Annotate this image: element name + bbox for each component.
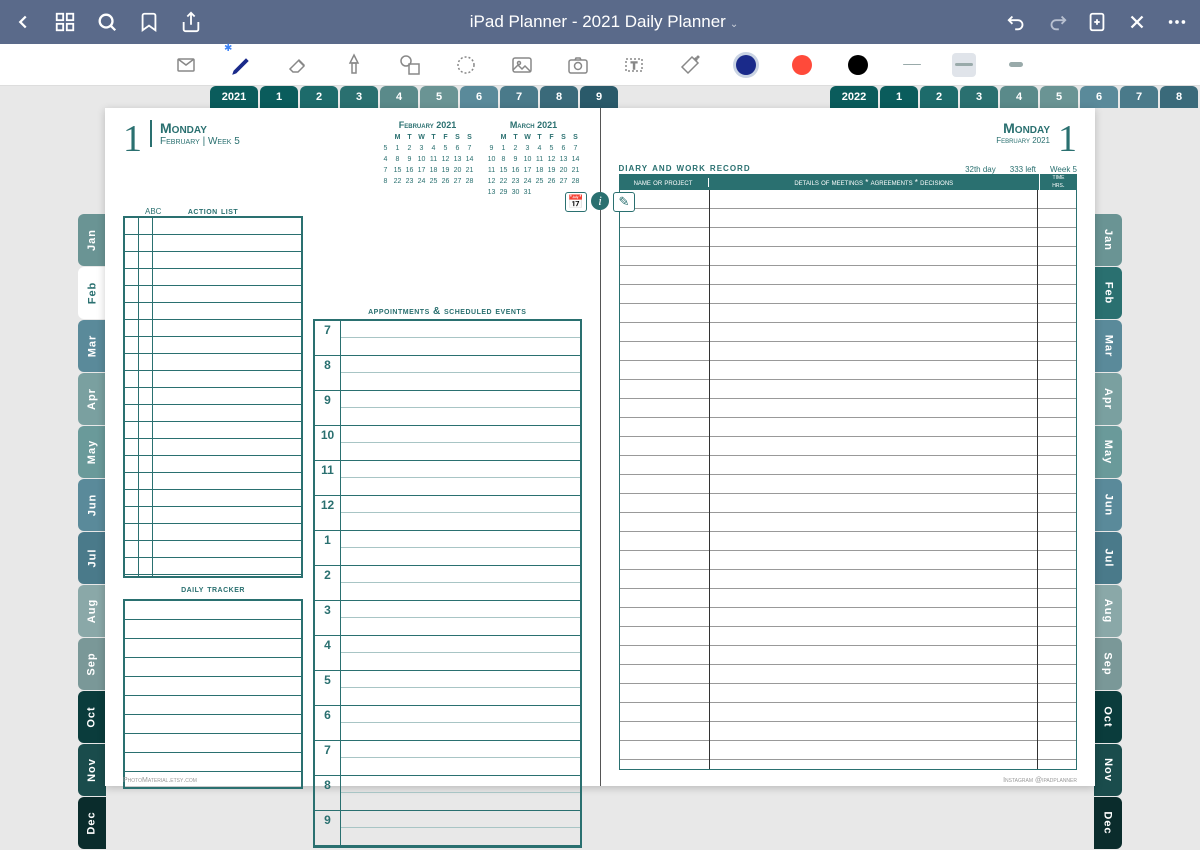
titlebar: iPad Planner - 2021 Daily Planner⌄ [0,0,1200,44]
month-tab-jul[interactable]: Jul [78,532,106,584]
month-tabs-left: JanFebMarAprMayJunJulAugSepOctNovDec [78,214,106,850]
daily-tracker-box[interactable] [123,599,303,789]
month-tab-nov[interactable]: Nov [1094,744,1122,796]
month-tab-sep[interactable]: Sep [78,638,106,690]
shapes-tool[interactable] [396,51,424,79]
pen-tool[interactable]: ✱ [228,51,256,79]
image-tool[interactable] [508,51,536,79]
month-tab-may[interactable]: May [78,426,106,478]
share-icon[interactable] [180,11,202,33]
document-title[interactable]: iPad Planner - 2021 Daily Planner⌄ [202,12,1006,32]
footer-left: PhotoMaterial.etsy.com [123,777,197,784]
month-tab-apr[interactable]: Apr [78,373,106,425]
link-tool[interactable] [676,51,704,79]
svg-text:T: T [631,61,637,72]
week-tab-2[interactable]: 2 [300,86,338,108]
week-tab-7[interactable]: 7 [1120,86,1158,108]
color-black[interactable] [844,51,872,79]
mini-calendars: February 2021MTWTFSS51234567489101112131… [380,120,582,198]
month-tab-dec[interactable]: Dec [78,797,106,849]
week-tab-5[interactable]: 5 [1040,86,1078,108]
search-icon[interactable] [96,11,118,33]
left-dow: Monday [160,120,240,136]
diary-title: diary and work record [619,162,751,174]
thickness-thick[interactable] [1004,53,1028,77]
redo-icon[interactable] [1046,11,1068,33]
month-tab-apr[interactable]: Apr [1094,373,1122,425]
right-page[interactable]: Monday February 2021 1 diary and work re… [601,108,1096,786]
year-tab[interactable]: 2021 [210,86,258,108]
month-tab-feb[interactable]: Feb [1094,267,1122,319]
left-page[interactable]: 1 Monday February | Week 5 February 2021… [105,108,601,786]
month-tab-may[interactable]: May [1094,426,1122,478]
record-body[interactable] [619,190,1078,770]
camera-tool[interactable] [564,51,592,79]
month-tab-aug[interactable]: Aug [1094,585,1122,637]
left-day-number: 1 [123,120,142,158]
calendar-nav-icon[interactable]: 📅 [565,192,587,212]
more-icon[interactable] [1166,11,1188,33]
month-tab-sep[interactable]: Sep [1094,638,1122,690]
month-tab-oct[interactable]: Oct [78,691,106,743]
month-tab-mar[interactable]: Mar [1094,320,1122,372]
edit-nav-icon[interactable]: ✎ [613,192,635,212]
eraser-tool[interactable] [284,51,312,79]
appointments-title: appointments & scheduled events [313,306,582,317]
record-header: name or project details of meetings * ag… [619,174,1078,190]
thickness-thin[interactable] [900,53,924,77]
readonly-tool[interactable] [172,51,200,79]
week-tab-5[interactable]: 5 [420,86,458,108]
right-day-number: 1 [1058,120,1077,158]
week-tab-4[interactable]: 4 [1000,86,1038,108]
right-dow: Monday [996,120,1050,136]
month-tab-jun[interactable]: Jun [1094,479,1122,531]
add-page-icon[interactable] [1086,11,1108,33]
lasso-tool[interactable] [452,51,480,79]
footer-right: Instagram @ipadplanner [1003,777,1077,784]
back-icon[interactable] [12,11,34,33]
week-tab-6[interactable]: 6 [1080,86,1118,108]
week-tab-4[interactable]: 4 [380,86,418,108]
week-tab-8[interactable]: 8 [540,86,578,108]
month-tab-mar[interactable]: Mar [78,320,106,372]
week-tab-1[interactable]: 1 [260,86,298,108]
year-tab[interactable]: 2022 [830,86,878,108]
month-tab-jan[interactable]: Jan [1094,214,1122,266]
appointments-box[interactable]: 789101112123456789 [313,319,582,848]
tracker-title: daily tracker [123,584,303,595]
week-tab-2[interactable]: 2 [920,86,958,108]
undo-icon[interactable] [1006,11,1028,33]
toolbar: ✱ T [0,44,1200,86]
info-nav-icon[interactable]: i [591,192,609,210]
month-tab-dec[interactable]: Dec [1094,797,1122,849]
close-icon[interactable] [1126,11,1148,33]
month-tab-jan[interactable]: Jan [78,214,106,266]
month-tab-jun[interactable]: Jun [78,479,106,531]
month-tab-jul[interactable]: Jul [1094,532,1122,584]
color-red[interactable] [788,51,816,79]
color-blue[interactable] [732,51,760,79]
week-tab-3[interactable]: 3 [960,86,998,108]
center-nav-icons: 📅 i ✎ [565,192,635,212]
week-tab-7[interactable]: 7 [500,86,538,108]
month-tabs-right: JanFebMarAprMayJunJulAugSepOctNovDec [1094,214,1122,850]
thickness-med[interactable] [952,53,976,77]
grid-icon[interactable] [54,11,76,33]
workspace: JanFebMarAprMayJunJulAugSepOctNovDec Jan… [0,86,1200,794]
week-tab-8[interactable]: 8 [1160,86,1198,108]
month-tab-feb[interactable]: Feb [78,267,106,319]
month-tab-nov[interactable]: Nov [78,744,106,796]
week-tab-6[interactable]: 6 [460,86,498,108]
week-tab-3[interactable]: 3 [340,86,378,108]
highlighter-tool[interactable] [340,51,368,79]
week-tab-9[interactable]: 9 [580,86,618,108]
action-list-box[interactable] [123,216,303,578]
week-tab-1[interactable]: 1 [880,86,918,108]
month-tab-oct[interactable]: Oct [1094,691,1122,743]
text-tool[interactable]: T [620,51,648,79]
month-tab-aug[interactable]: Aug [78,585,106,637]
bookmark-icon[interactable] [138,11,160,33]
